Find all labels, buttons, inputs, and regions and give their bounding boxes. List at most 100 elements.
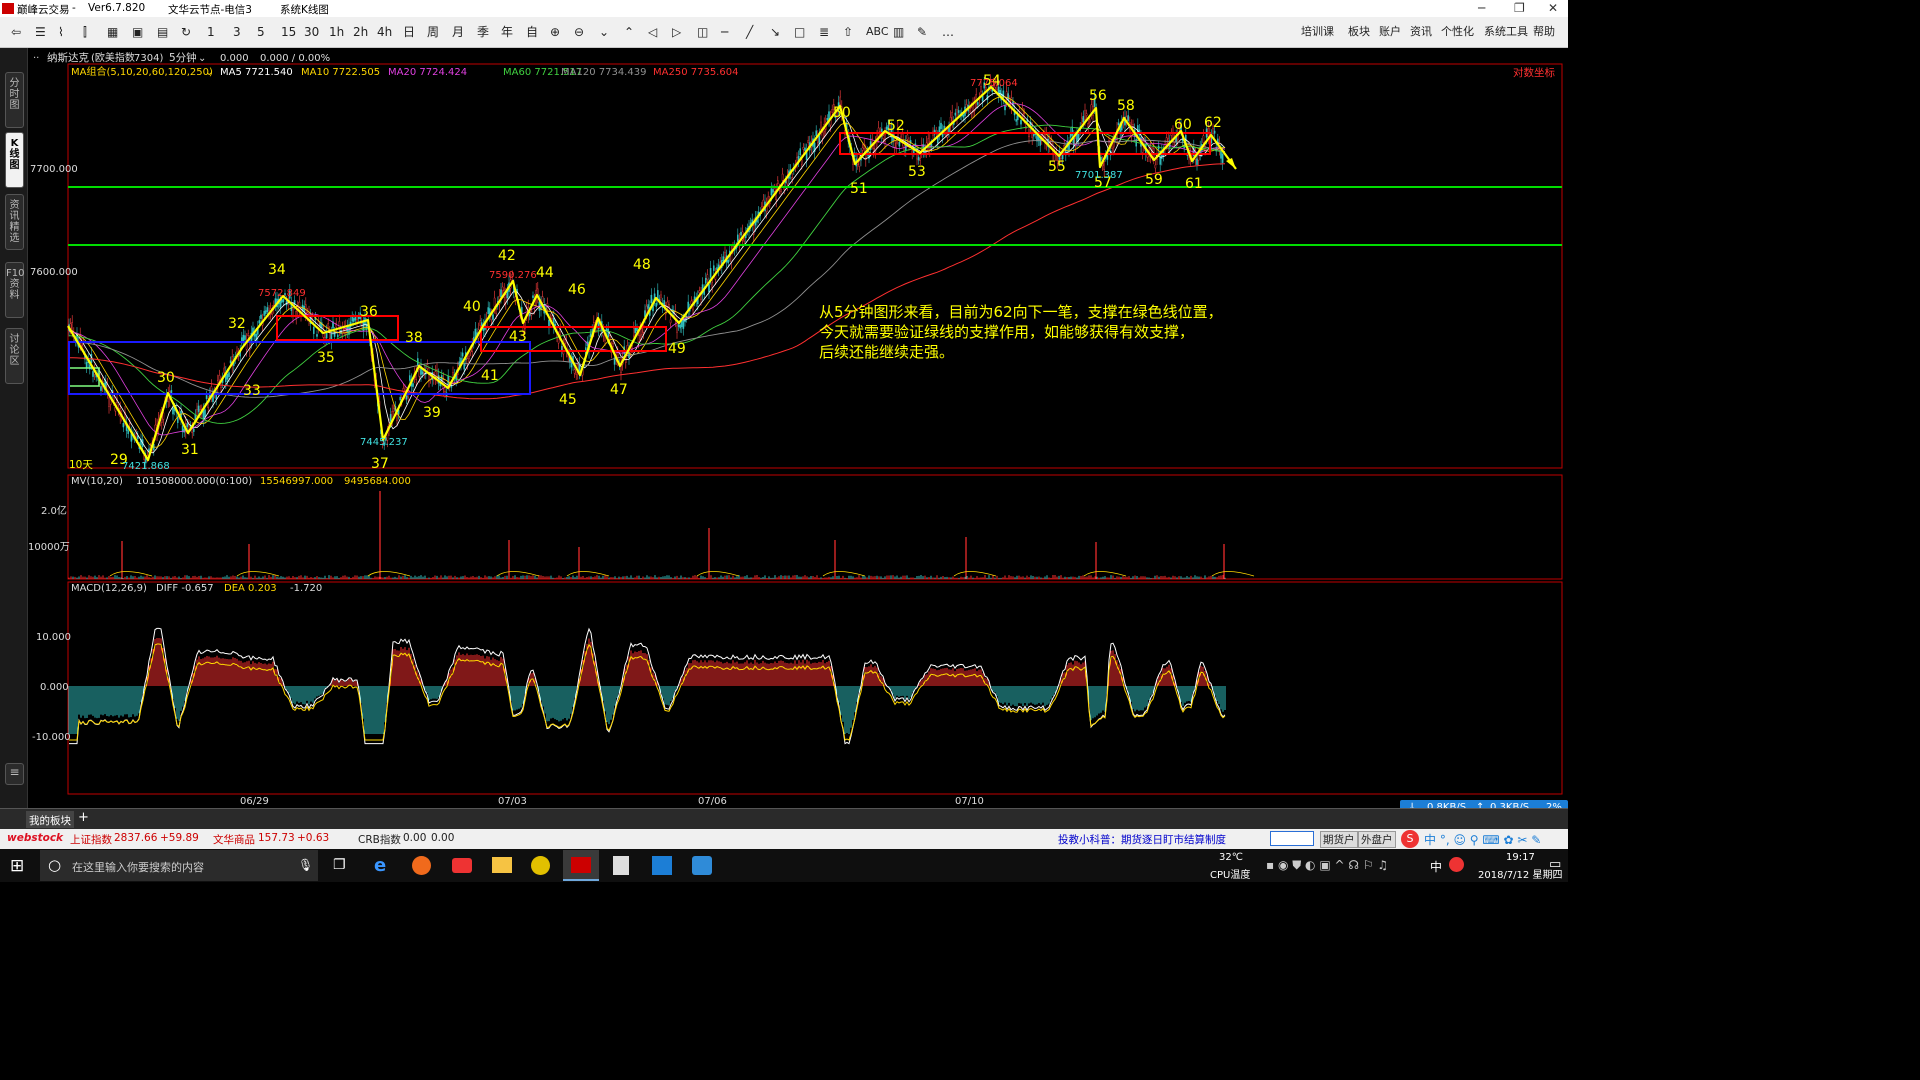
trendline-icon[interactable]: ╱: [746, 25, 753, 39]
price-axis-tick: 7700.000: [30, 164, 78, 175]
menu-sector[interactable]: 板块: [1348, 25, 1370, 39]
period-week[interactable]: 周: [427, 25, 439, 39]
candle-body: [679, 324, 681, 329]
index1-name[interactable]: 上证指数: [70, 832, 112, 847]
ime-toolbar-icon[interactable]: 中 °, ☺ ⚲ ⌨ ✿ ✂ ✎: [1424, 831, 1541, 848]
candle-body: [713, 265, 715, 271]
app-yellow-icon[interactable]: [531, 856, 550, 875]
period-3[interactable]: 3: [233, 25, 241, 39]
refresh-icon[interactable]: ↻: [181, 25, 191, 39]
period-1h[interactable]: 1h: [329, 25, 344, 39]
macd-label[interactable]: MACD(12,26,9): [71, 583, 147, 594]
text-tool[interactable]: ABC: [866, 25, 889, 39]
quick-search-input[interactable]: [1270, 831, 1314, 846]
index2-name[interactable]: 文华商品: [213, 832, 255, 847]
candle-body: [826, 118, 829, 121]
edge-icon[interactable]: e: [374, 855, 386, 876]
minimize-icon[interactable]: ─: [1478, 1, 1485, 15]
tray-icons[interactable]: ▪ ◉ ⛊ ◐ ▣ ^ ☊ ⚐ ♫: [1266, 858, 1388, 873]
period-1[interactable]: 1: [207, 25, 215, 39]
chevron-up-icon[interactable]: ⌃: [624, 25, 634, 39]
candle-body: [962, 114, 965, 118]
up-arrow-icon[interactable]: ⇧: [843, 25, 853, 39]
index3-name[interactable]: CRB指数: [358, 832, 401, 847]
tab-my-sectors[interactable]: 我的板块: [26, 811, 74, 828]
back-icon[interactable]: ⇦: [11, 25, 21, 39]
tab-news[interactable]: 资讯精选: [5, 194, 24, 250]
app-w-icon[interactable]: [692, 856, 712, 875]
zoom-in-icon[interactable]: ⊕: [550, 25, 560, 39]
arrow-left-icon[interactable]: ◁: [648, 25, 657, 39]
menu-training[interactable]: 培训课: [1301, 25, 1334, 39]
log-scale-toggle[interactable]: 对数坐标: [1513, 66, 1555, 79]
period-day[interactable]: 日: [403, 25, 415, 39]
period-month[interactable]: 月: [452, 25, 464, 39]
menu-help[interactable]: 帮助: [1533, 25, 1555, 39]
sogou-tray-icon[interactable]: [1449, 857, 1464, 872]
price-change: 0.000 / 0.00%: [260, 53, 330, 64]
menu-system-tools[interactable]: 系统工具: [1484, 25, 1528, 39]
calc-icon[interactable]: ▣: [132, 25, 143, 39]
ray-icon[interactable]: ↘: [770, 25, 780, 39]
save-icon[interactable]: ▤: [157, 25, 168, 39]
menu-news[interactable]: 资讯: [1410, 25, 1432, 39]
period-quarter[interactable]: 季: [477, 25, 489, 39]
line-chart-icon[interactable]: ⌇: [58, 25, 64, 39]
notification-icon[interactable]: ▭: [1549, 857, 1561, 872]
period-4h[interactable]: 4h: [377, 25, 392, 39]
candle-body: [1071, 126, 1073, 136]
list-menu-icon[interactable]: ≡: [5, 763, 24, 785]
mv-label[interactable]: MV(10,20): [71, 476, 123, 487]
zoom-out-icon[interactable]: ⊖: [574, 25, 584, 39]
chevron-down-icon[interactable]: ⌄: [599, 25, 609, 39]
period-custom[interactable]: 自: [526, 25, 538, 39]
tab-kline[interactable]: K线图: [5, 132, 24, 188]
period-select-arrow-icon[interactable]: ⌄: [198, 53, 206, 64]
period-15[interactable]: 15: [281, 25, 296, 39]
pen-icon[interactable]: ✎: [917, 25, 927, 39]
kline-chart[interactable]: ·· 纳斯达克 (欧美指数 7304) 5分钟 ⌄ 0.000 0.000 / …: [28, 48, 1568, 808]
firefox-icon[interactable]: [412, 856, 431, 875]
table-icon[interactable]: ▦: [107, 25, 118, 39]
candle-icon[interactable]: ⫿: [83, 25, 87, 39]
clock-time[interactable]: 19:17: [1506, 852, 1535, 863]
hline-icon[interactable]: ─: [721, 25, 728, 39]
windows-start-icon[interactable]: ⊞: [10, 856, 24, 876]
news-ticker[interactable]: 投教小科普：期货逐日盯市结算制度: [1058, 832, 1226, 847]
period-select[interactable]: 5分钟: [169, 51, 197, 64]
futures-account-button[interactable]: 期货户: [1320, 831, 1358, 848]
arrow-right-icon[interactable]: ▷: [672, 25, 681, 39]
rect-icon[interactable]: □: [794, 25, 805, 39]
ma-legend-dropdown-icon[interactable]: ⌄: [205, 67, 213, 78]
tab-f10[interactable]: F10资料: [5, 262, 24, 318]
add-tab-icon[interactable]: +: [78, 810, 89, 825]
layout-icon[interactable]: ◫: [697, 25, 708, 39]
close-icon[interactable]: ✕: [1548, 1, 1558, 15]
foreign-account-button[interactable]: 外盘户: [1358, 831, 1396, 848]
app-chart-icon[interactable]: [652, 856, 672, 875]
taskbar-search-placeholder[interactable]: 在这里输入你要搜索的内容: [72, 859, 204, 875]
ime-indicator[interactable]: 中: [1430, 858, 1442, 875]
tab-discuss[interactable]: 讨论区: [5, 328, 24, 384]
channel-icon[interactable]: ≣: [819, 25, 829, 39]
list-icon[interactable]: ☰: [35, 25, 46, 39]
period-year[interactable]: 年: [501, 25, 513, 39]
period-5[interactable]: 5: [257, 25, 265, 39]
microphone-icon[interactable]: 🎙: [298, 858, 313, 872]
ruler-icon[interactable]: ▥: [893, 25, 904, 39]
candle-body: [1080, 117, 1083, 124]
ma-legend-item: MA组合(5,10,20,60,120,250): [71, 65, 213, 78]
file-explorer-icon[interactable]: [492, 857, 512, 873]
candle-body: [743, 237, 745, 242]
task-view-icon[interactable]: ❐: [333, 857, 346, 873]
restore-icon[interactable]: ❐: [1514, 1, 1525, 15]
calculator-icon[interactable]: [613, 856, 629, 875]
period-2h[interactable]: 2h: [353, 25, 368, 39]
menu-personalize[interactable]: 个性化: [1441, 25, 1474, 39]
sogou-ime-icon[interactable]: S: [1401, 830, 1419, 848]
menu-account[interactable]: 账户: [1379, 25, 1401, 39]
period-30[interactable]: 30: [304, 25, 319, 39]
more-icon[interactable]: …: [942, 25, 954, 39]
app-red-icon[interactable]: [452, 858, 472, 873]
tab-timeshare[interactable]: 分时图: [5, 72, 24, 128]
